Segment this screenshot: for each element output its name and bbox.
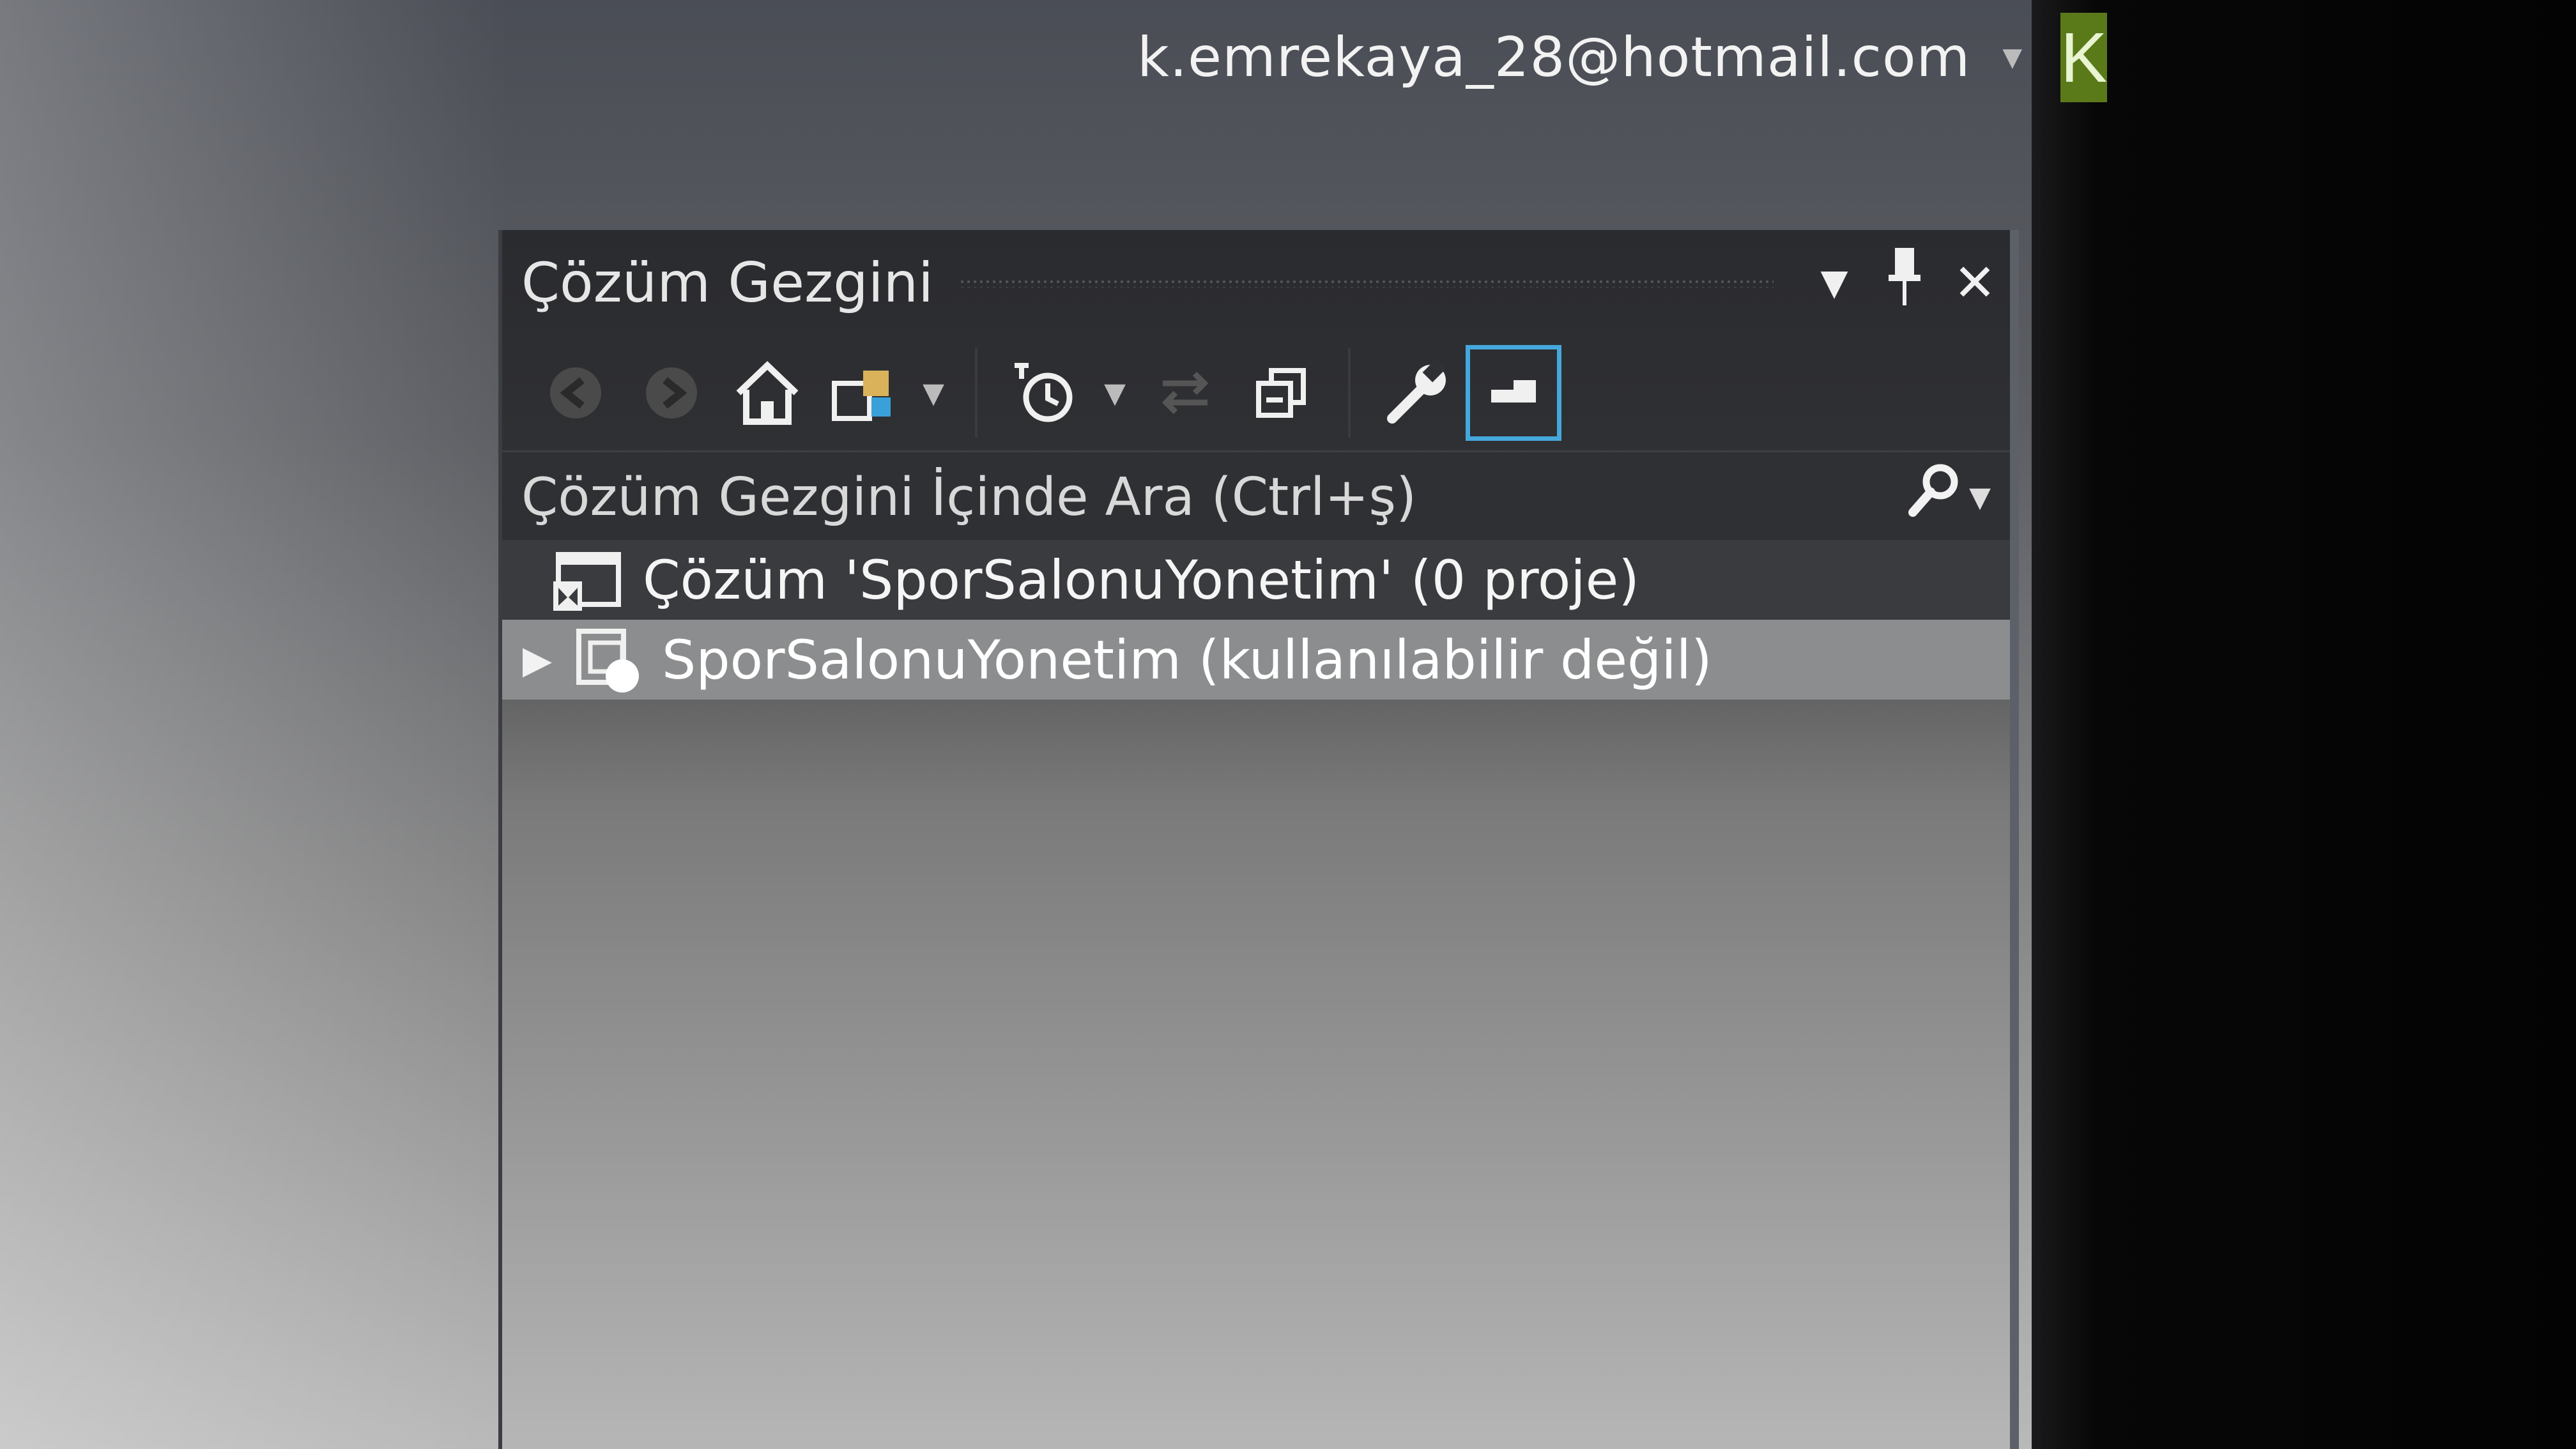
wrench-icon[interactable] — [1370, 345, 1466, 441]
title-grip[interactable] — [959, 278, 1774, 288]
pin-icon[interactable] — [1869, 248, 1940, 318]
account-bar: k.emrekaya_28@hotmail.com ▼ K — [1137, 0, 2108, 115]
toolbar-separator — [1348, 348, 1351, 438]
switch-views-icon[interactable] — [815, 345, 911, 441]
solution-explorer-panel: Çözüm Gezgini ▼ ✕ ▼ ▼ Çözüm Gezgini İçin… — [498, 230, 2019, 1449]
solution-icon — [553, 549, 624, 611]
clock-filter-dropdown-icon[interactable]: ▼ — [1092, 345, 1137, 441]
screen-glare — [0, 0, 511, 1449]
avatar-letter: K — [2060, 18, 2108, 97]
tree-item-project[interactable]: ▶ SporSalonuYonetim (kullanılabilir deği… — [502, 620, 2010, 700]
search-icon[interactable] — [1905, 461, 1963, 533]
search-input[interactable] — [502, 466, 1906, 528]
sync-icon[interactable] — [1137, 345, 1233, 441]
switch-views-dropdown-icon[interactable]: ▼ — [911, 345, 956, 441]
toolbar: ▼ ▼ — [502, 335, 2010, 450]
clock-filter-icon[interactable] — [997, 345, 1092, 441]
panel-title-bar: Çözüm Gezgini ▼ ✕ — [502, 230, 2010, 335]
search-bar: ▼ — [502, 450, 2010, 544]
monitor-bezel — [2032, 0, 2576, 1449]
unavailable-project-icon — [572, 628, 643, 693]
solution-tree: Çözüm 'SporSalonuYonetim' (0 proje) ▶ Sp… — [502, 540, 2010, 700]
search-options-dropdown-icon[interactable]: ▼ — [1969, 481, 1991, 514]
tree-item-solution[interactable]: Çözüm 'SporSalonuYonetim' (0 proje) — [502, 540, 2010, 620]
back-arrow-icon[interactable] — [528, 345, 624, 441]
forward-arrow-icon[interactable] — [624, 345, 719, 441]
home-icon[interactable] — [719, 345, 815, 441]
project-label: SporSalonuYonetim (kullanılabilir değil) — [662, 628, 1712, 691]
panel-title: Çözüm Gezgini — [521, 250, 933, 315]
close-icon[interactable]: ✕ — [1940, 253, 2010, 312]
collapse-all-icon[interactable] — [1233, 345, 1329, 441]
solution-label: Çözüm 'SporSalonuYonetim' (0 proje) — [643, 548, 1640, 611]
account-email[interactable]: k.emrekaya_28@hotmail.com — [1137, 26, 1970, 89]
preview-icon[interactable] — [1466, 345, 1561, 441]
avatar[interactable]: K — [2060, 13, 2108, 102]
account-dropdown-icon[interactable]: ▼ — [2002, 43, 2022, 72]
toolbar-separator — [975, 348, 977, 438]
chevron-down-icon[interactable]: ▼ — [1799, 262, 1869, 303]
expand-arrow-icon[interactable]: ▶ — [502, 638, 572, 682]
